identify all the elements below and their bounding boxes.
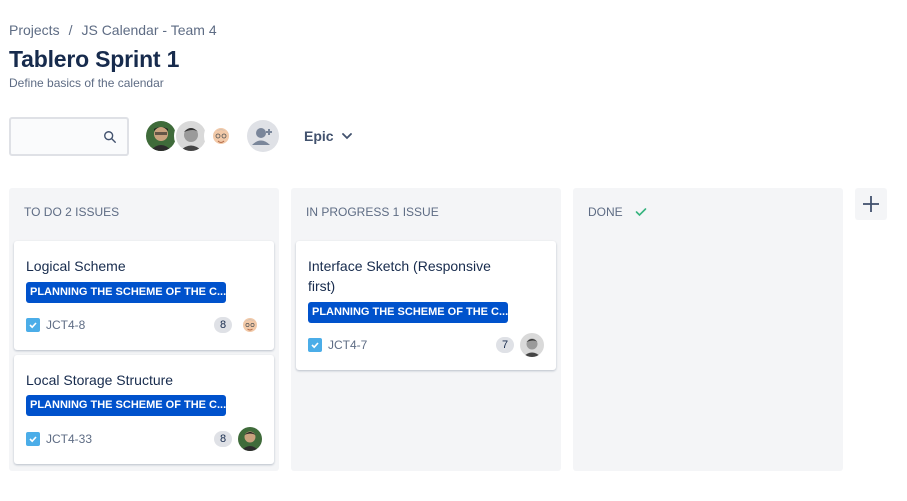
breadcrumb-projects[interactable]: Projects (9, 22, 60, 38)
task-type-icon (308, 338, 322, 352)
page-subtitle: Define basics of the calendar (9, 76, 164, 90)
search-input[interactable] (9, 117, 129, 156)
avatar-memoji[interactable] (204, 119, 238, 153)
card-title: Local Storage Structure (26, 372, 174, 388)
avatar-group (144, 119, 238, 153)
column-header-todo: TO DO 2 ISSUES (24, 205, 119, 219)
column-done: DONE (573, 188, 843, 471)
column-header-in-progress: IN PROGRESS 1 ISSUE (306, 205, 439, 219)
issue-key[interactable]: JCT4-8 (46, 318, 85, 332)
issue-key[interactable]: JCT4-33 (46, 432, 92, 446)
column-title: IN PROGRESS 1 ISSUE (306, 205, 439, 219)
add-people-button[interactable] (247, 120, 279, 152)
breadcrumb: Projects / JS Calendar - Team 4 (9, 22, 217, 38)
task-type-icon (26, 318, 40, 332)
card-footer: JCT4-8 8 (26, 313, 262, 337)
task-type-icon (26, 432, 40, 446)
breadcrumb-separator: / (68, 22, 73, 38)
search-icon (104, 131, 116, 143)
column-title: DONE (588, 205, 623, 219)
card-title: Logical Scheme (26, 258, 126, 274)
issue-key[interactable]: JCT4-7 (328, 338, 367, 352)
epic-tag: PLANNING THE SCHEME OF THE C... (26, 282, 226, 303)
epic-filter-dropdown[interactable]: Epic (294, 120, 362, 152)
avatar-photo-bw[interactable] (174, 119, 208, 153)
add-person-icon (252, 128, 272, 145)
card-footer: JCT4-33 8 (26, 427, 262, 451)
epic-tag: PLANNING THE SCHEME OF THE C... (26, 395, 226, 416)
assignee-avatar-memoji[interactable] (238, 313, 262, 337)
epic-filter-label: Epic (304, 128, 334, 144)
epic-tag: PLANNING THE SCHEME OF THE C... (308, 302, 508, 323)
plus-icon (863, 196, 879, 212)
story-points-badge: 7 (496, 337, 514, 353)
avatar-photo-green[interactable] (144, 119, 178, 153)
page-title: Tablero Sprint 1 (9, 46, 180, 72)
column-header-done: DONE (588, 205, 647, 219)
column-title: TO DO 2 ISSUES (24, 205, 120, 219)
check-icon (635, 208, 646, 217)
breadcrumb-project[interactable]: JS Calendar - Team 4 (81, 22, 216, 38)
assignee-avatar-photo-green[interactable] (238, 427, 262, 451)
card-title: Interface Sketch (Responsive first) (308, 258, 491, 294)
issue-card[interactable]: Local Storage Structure PLANNING THE SCH… (14, 355, 274, 464)
column-in-progress: IN PROGRESS 1 ISSUE Interface Sketch (Re… (291, 188, 561, 471)
assignee-avatar-photo-bw[interactable] (520, 333, 544, 357)
chevron-down-icon (341, 133, 352, 140)
issue-card[interactable]: Interface Sketch (Responsive first) PLAN… (296, 241, 556, 370)
story-points-badge: 8 (214, 431, 232, 447)
issue-card[interactable]: Logical Scheme PLANNING THE SCHEME OF TH… (14, 241, 274, 350)
column-todo: TO DO 2 ISSUES Logical Scheme PLANNING T… (9, 188, 279, 471)
card-footer: JCT4-7 7 (308, 333, 544, 357)
story-points-badge: 8 (214, 317, 232, 333)
add-column-button[interactable] (855, 188, 887, 220)
